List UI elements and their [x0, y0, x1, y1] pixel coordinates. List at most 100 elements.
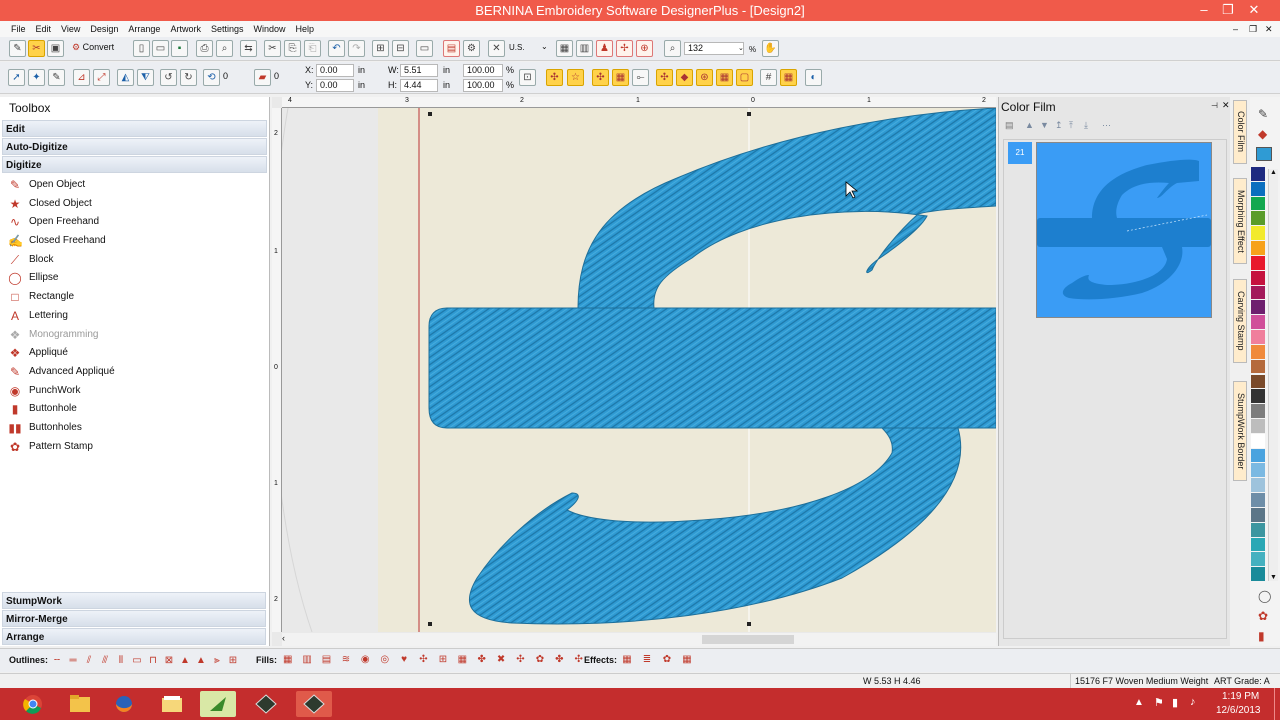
move-up-icon[interactable]: ▲: [1025, 120, 1034, 130]
star-icon[interactable]: ☆: [567, 69, 584, 86]
tools-icon[interactable]: ✕: [488, 40, 505, 57]
redo-icon[interactable]: ↷: [348, 40, 365, 57]
pan-icon[interactable]: ✋: [762, 40, 779, 57]
tool-applique[interactable]: ❖ Appliqué: [0, 344, 269, 363]
units-select[interactable]: U.S.: [509, 43, 525, 52]
move-top-icon[interactable]: ⤒: [1069, 120, 1073, 131]
palette-swatch[interactable]: [1251, 507, 1265, 522]
polygon-select-icon[interactable]: ✦: [28, 69, 45, 86]
volume-icon[interactable]: ♪: [1190, 696, 1196, 708]
weld-icon[interactable]: ✣: [592, 69, 609, 86]
menu-artwork[interactable]: Artwork: [165, 21, 206, 37]
palette-swatch[interactable]: [1251, 344, 1265, 359]
clock-time[interactable]: 1:19 PM: [1222, 691, 1259, 702]
zigzag-icon[interactable]: ▲: [194, 653, 208, 669]
contour-fill-icon[interactable]: ✣: [415, 652, 432, 668]
grid-view-icon[interactable]: ▥: [576, 40, 593, 57]
blanket-stitch-icon[interactable]: ⫻: [98, 653, 112, 669]
explorer-taskbar-button[interactable]: [62, 691, 98, 717]
rotate-icon[interactable]: ⟲: [203, 69, 220, 86]
program-split-icon[interactable]: ✣: [512, 652, 529, 668]
section-arrange[interactable]: Arrange: [2, 628, 266, 645]
clock-date[interactable]: 12/6/2013: [1216, 705, 1261, 716]
tool-pattern-stamp[interactable]: ✿ Pattern Stamp: [0, 438, 269, 457]
satin-fill-icon[interactable]: ▥: [298, 652, 315, 668]
zoom-icon[interactable]: ⌕: [664, 40, 681, 57]
backstitch-icon[interactable]: ▭: [130, 653, 144, 669]
tab-color-film[interactable]: Color Film: [1233, 100, 1247, 164]
open-icon[interactable]: ▭: [152, 40, 169, 57]
palette-swatch[interactable]: [1251, 552, 1265, 567]
rotate-left-icon[interactable]: ↺: [160, 69, 177, 86]
section-edit[interactable]: Edit: [2, 120, 267, 137]
chrome-taskbar-button[interactable]: [15, 691, 51, 717]
color-wheel-icon[interactable]: ✿: [1258, 609, 1268, 623]
tatami-fill-icon[interactable]: ▦: [279, 652, 296, 668]
folder-taskbar-button[interactable]: [154, 691, 190, 717]
rotate-right-icon[interactable]: ↻: [180, 69, 197, 86]
tool-closed-object[interactable]: ★ Closed Object: [0, 195, 269, 214]
copy-icon[interactable]: ⎘: [284, 40, 301, 57]
network-icon[interactable]: ▮: [1172, 696, 1178, 709]
save-icon[interactable]: ▪: [171, 40, 188, 57]
heart-fill-icon[interactable]: ♥: [395, 652, 412, 668]
pattern-fill-icon[interactable]: ≋: [337, 652, 354, 668]
autotrace-icon[interactable]: ✣: [656, 69, 673, 86]
close-icon[interactable]: ✕: [1240, 0, 1268, 21]
tool-punchwork[interactable]: ◉ PunchWork: [0, 382, 269, 401]
palette-swatch[interactable]: [1251, 522, 1265, 537]
lock-proportions-icon[interactable]: ⊡: [519, 69, 536, 86]
menu-file[interactable]: File: [0, 21, 31, 37]
grid-fill-icon[interactable]: ▦: [716, 69, 733, 86]
palette-swatch[interactable]: [1251, 404, 1265, 418]
horizontal-scrollbar[interactable]: ‹: [282, 633, 996, 646]
tab-stumpwork-border[interactable]: StumpWork Border: [1233, 381, 1247, 481]
section-stumpwork[interactable]: StumpWork: [2, 592, 266, 609]
palette-swatch[interactable]: [1251, 433, 1265, 448]
cross-outline-icon[interactable]: ⫸: [210, 653, 224, 669]
tab-morphing-effect[interactable]: Morphing Effect: [1233, 178, 1247, 264]
firefox-taskbar-button[interactable]: [106, 691, 142, 717]
palette-swatch[interactable]: [1251, 226, 1265, 241]
color-blend-icon[interactable]: ◆: [676, 69, 693, 86]
palette-swatch[interactable]: [1251, 315, 1265, 330]
palette-swatch[interactable]: [1251, 330, 1265, 344]
scale-x-field[interactable]: 100.00: [463, 64, 503, 77]
ungroup-icon[interactable]: ⊟: [392, 40, 409, 57]
scroll-left-icon[interactable]: ‹: [282, 633, 285, 643]
spool-icon[interactable]: ▮: [1258, 629, 1265, 643]
radial-fill-icon[interactable]: ◉: [357, 652, 374, 668]
scroll-thumb[interactable]: [702, 635, 794, 644]
palette-scrollbar[interactable]: ▲ ▼: [1268, 169, 1278, 581]
view-icon[interactable]: ▦: [556, 40, 573, 57]
zoom-dropdown-icon[interactable]: ⌄: [738, 44, 744, 52]
mirror-vertical-icon[interactable]: ⧨: [137, 69, 154, 86]
fill-pattern-icon[interactable]: ▦: [612, 69, 629, 86]
palette-swatch[interactable]: [1251, 389, 1265, 404]
section-mirror-merge[interactable]: Mirror-Merge: [2, 610, 266, 627]
undo-icon[interactable]: ↶: [328, 40, 345, 57]
menu-design[interactable]: Design: [85, 21, 123, 37]
palette-swatch[interactable]: [1251, 493, 1265, 507]
rotate-value[interactable]: 0: [223, 70, 228, 83]
needle-icon[interactable]: ✢: [616, 40, 633, 57]
move-down-icon[interactable]: ▼: [1040, 120, 1049, 130]
spiral-fill-icon[interactable]: ◎: [376, 652, 393, 668]
sashiko-fill-icon[interactable]: ✖: [492, 652, 509, 668]
show-stitches-icon[interactable]: ◐: [805, 69, 822, 86]
chevron-down-icon[interactable]: ⌄: [541, 42, 548, 51]
artwork-mode-icon[interactable]: ✂: [28, 40, 45, 57]
scale-icon[interactable]: ⊿: [73, 69, 90, 86]
branching-icon[interactable]: ⟜: [632, 69, 649, 86]
restore-icon[interactable]: ❐: [1214, 0, 1242, 21]
scroll-up-icon[interactable]: ▲: [1270, 169, 1277, 176]
select-icon[interactable]: ➚: [8, 69, 25, 86]
tool-buttonhole[interactable]: ▮ Buttonhole: [0, 400, 269, 419]
design-mode-icon[interactable]: ✎: [9, 40, 26, 57]
cut-icon[interactable]: ✂: [264, 40, 281, 57]
scale-y-field[interactable]: 100.00: [463, 79, 503, 92]
move-up-one-icon[interactable]: ↥: [1055, 120, 1063, 131]
resize-icon[interactable]: ⤢: [93, 69, 110, 86]
person-icon[interactable]: ♟: [596, 40, 613, 57]
triple-stitch-icon[interactable]: ═: [66, 653, 80, 669]
